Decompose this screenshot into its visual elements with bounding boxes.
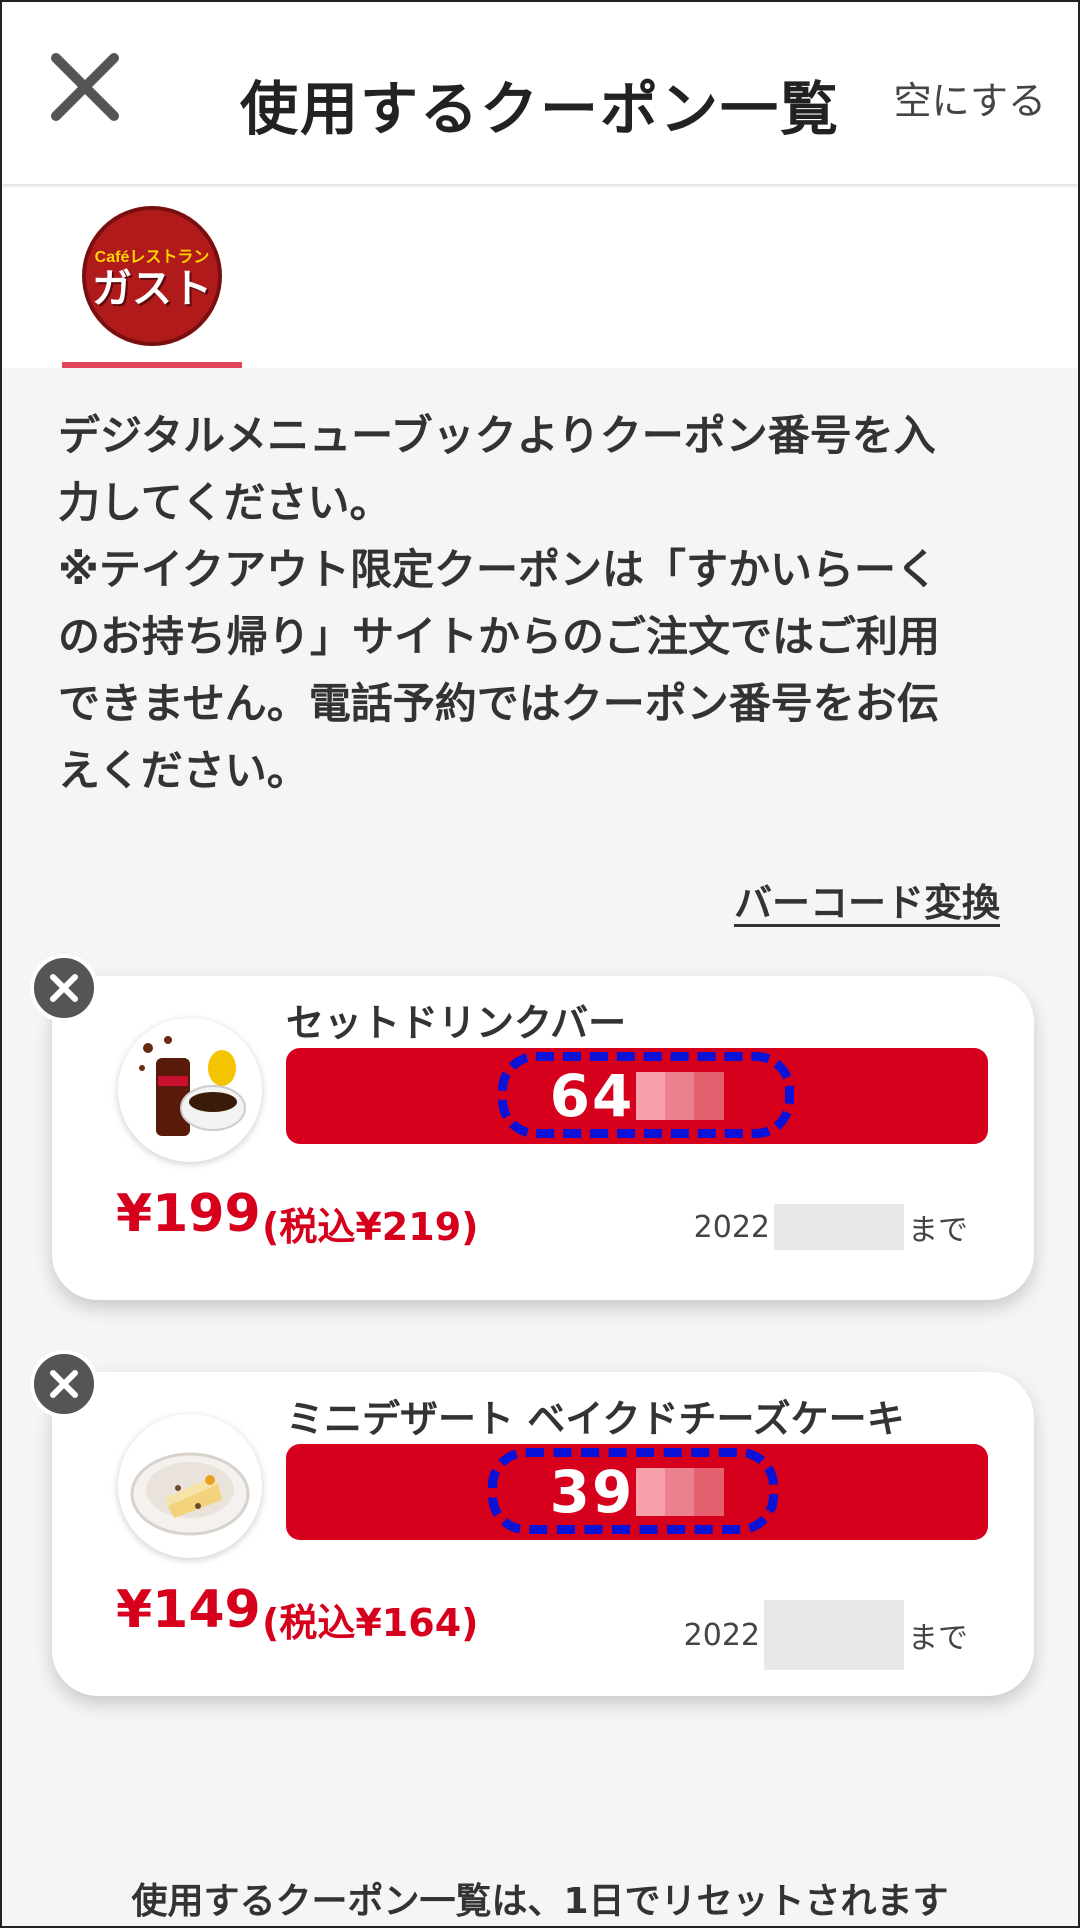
- coupon-expiry: 2022 まで: [694, 1204, 968, 1250]
- close-icon: [50, 974, 78, 1002]
- clear-button[interactable]: 空にする: [894, 70, 1046, 125]
- coupon-price-tax: (税込¥219): [262, 1205, 479, 1249]
- coupon-code: 64: [286, 1048, 988, 1144]
- coupon-price: ¥149: [116, 1580, 261, 1640]
- remove-coupon-button[interactable]: [30, 1350, 98, 1418]
- gusto-logo: Caféレストラン ガスト: [82, 206, 222, 346]
- logo-name: ガスト: [92, 266, 212, 312]
- coupon-notice: デジタルメニューブックよりクーポン番号を入 力してください。 ※テイクアウト限定…: [58, 411, 941, 795]
- active-tab-indicator: [62, 362, 242, 368]
- coupon-name: セットドリンクバー: [286, 1001, 627, 1045]
- annotation-ring: [498, 1052, 794, 1138]
- reset-note: 使用するクーポン一覧は、1日でリセットされます: [131, 1881, 949, 1922]
- logo-subtitle: Caféレストラン: [94, 249, 210, 266]
- coupon-card: セットドリンクバー 64 ¥199 (税込¥219) 2022 まで: [30, 954, 1034, 1300]
- expiry-suffix: まで: [908, 1621, 968, 1656]
- coupon-card: ミニデザート ベイクドチーズケーキ 39 ¥149 (税込¥164) 2022 …: [30, 1350, 1034, 1696]
- expiry-prefix: 2022: [683, 1617, 760, 1653]
- annotation-ring: [488, 1448, 778, 1534]
- coupon-price: ¥199: [116, 1184, 261, 1244]
- expiry-suffix: まで: [908, 1213, 968, 1248]
- expiry-mosaic: [774, 1204, 904, 1250]
- coupon-price-tax: (税込¥164): [262, 1601, 479, 1645]
- expiry-mosaic: [764, 1600, 904, 1670]
- coupon-code: 39: [286, 1444, 988, 1540]
- tab-gusto[interactable]: Caféレストラン ガスト: [62, 188, 242, 368]
- coupon-expiry: 2022 まで: [684, 1600, 968, 1670]
- expiry-prefix: 2022: [693, 1209, 770, 1245]
- coupon-name: ミニデザート ベイクドチーズケーキ: [286, 1397, 905, 1441]
- remove-coupon-button[interactable]: [30, 954, 98, 1022]
- drink-bar-image: [118, 1018, 262, 1162]
- brand-tabs: Caféレストラン ガスト: [2, 188, 1078, 368]
- header: 使用するクーポン一覧 空にする: [2, 2, 1078, 186]
- cheesecake-image: [118, 1414, 262, 1558]
- barcode-convert-link[interactable]: バーコード変換: [734, 872, 1000, 927]
- close-icon: [50, 1370, 78, 1398]
